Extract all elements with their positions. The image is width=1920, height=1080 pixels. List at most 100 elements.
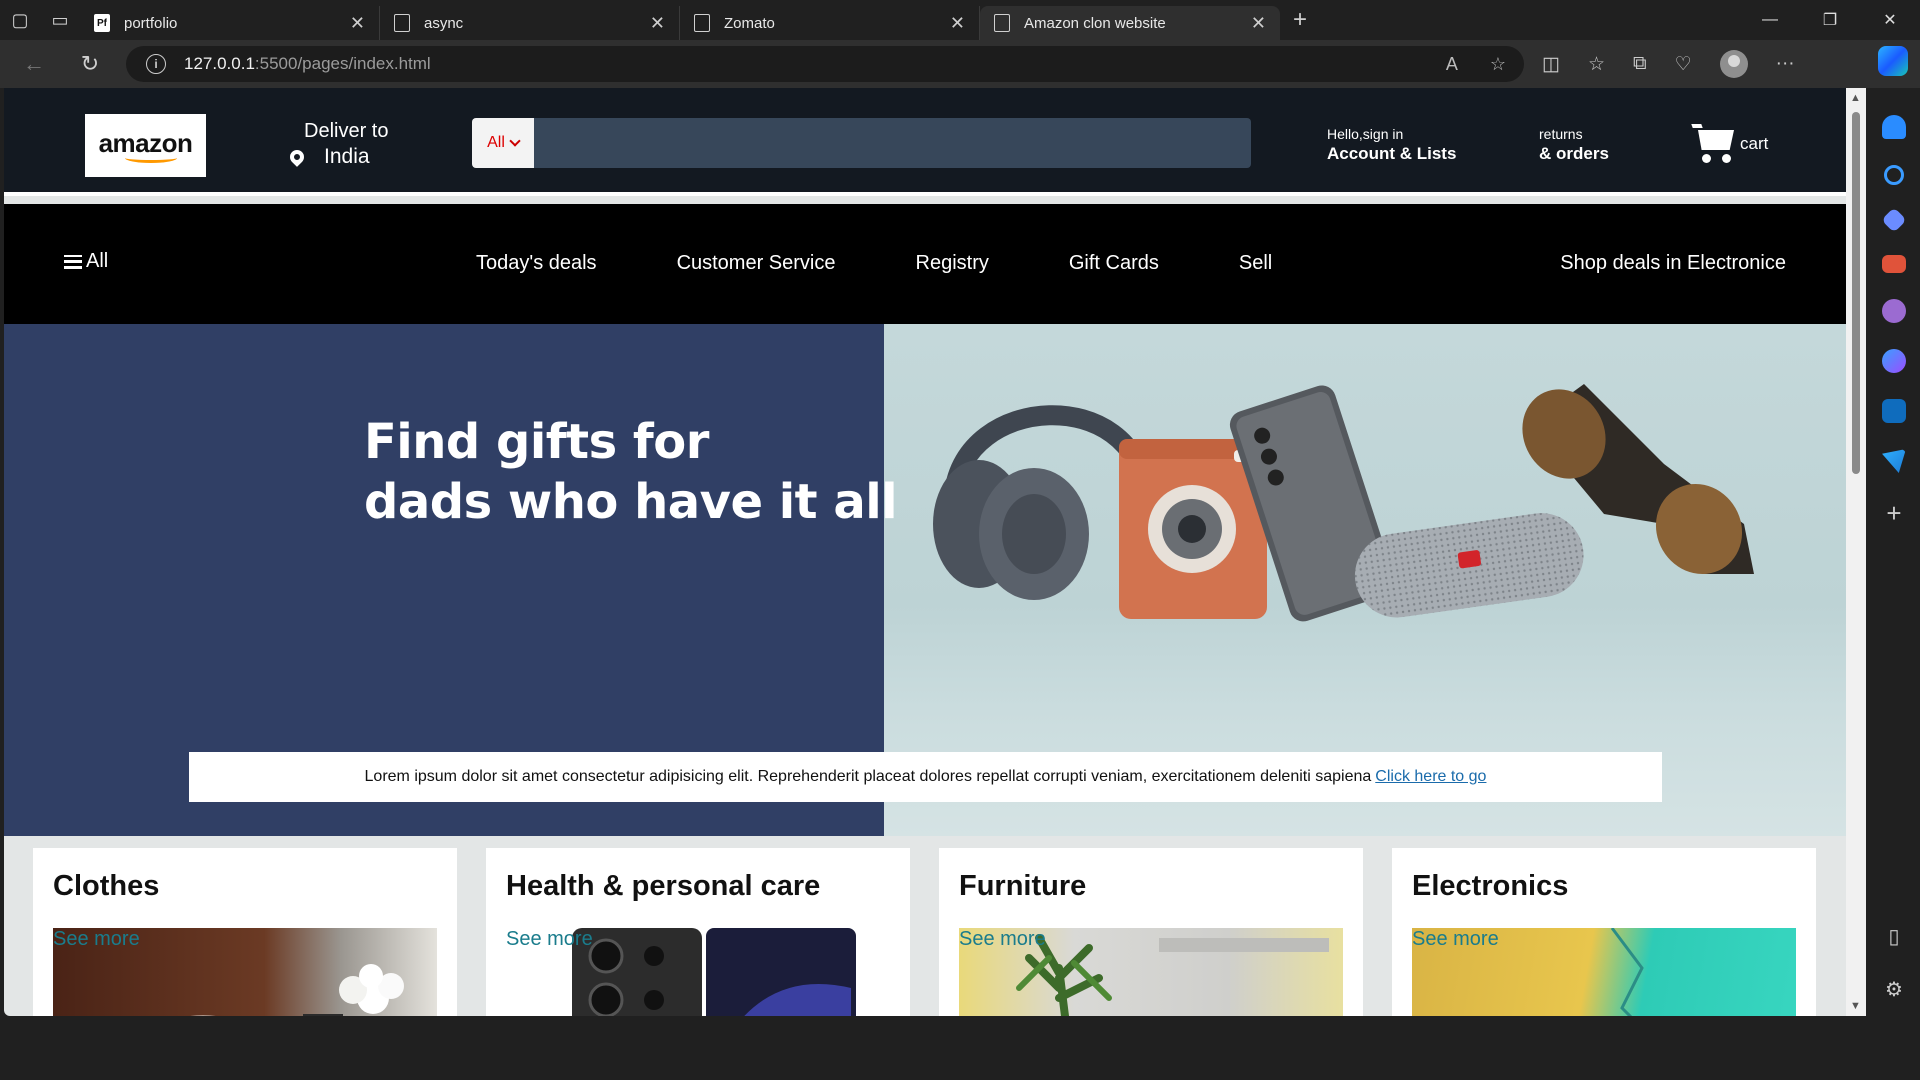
split-screen-icon[interactable]: ◫ bbox=[1542, 53, 1560, 76]
all-label: All bbox=[86, 250, 109, 272]
performance-icon[interactable]: ♡ bbox=[1675, 53, 1692, 76]
url-bar[interactable]: i 127.0.0.1:5500/pages/index.html A ☆ bbox=[126, 46, 1524, 82]
settings-gear-icon[interactable]: ⚙ bbox=[1885, 977, 1903, 1002]
shop-electronics-link[interactable]: Shop deals in Electronice bbox=[1560, 252, 1786, 275]
nav-link-todays-deals[interactable]: Today's deals bbox=[476, 252, 597, 275]
close-icon[interactable]: ✕ bbox=[1251, 13, 1266, 34]
see-more-link[interactable]: See more bbox=[959, 928, 1046, 951]
page-viewport: amazon Deliver to India All Hello,sign i… bbox=[4, 88, 1846, 1016]
restore-icon[interactable]: ❐ bbox=[1800, 0, 1860, 40]
hamburger-icon bbox=[64, 254, 82, 269]
profile-avatar[interactable] bbox=[1719, 50, 1748, 78]
returns-label: returns bbox=[1539, 126, 1583, 142]
new-tab-icon[interactable]: + bbox=[1280, 0, 1320, 40]
hero-headline: Find gifts for dads who have it all bbox=[364, 412, 898, 532]
favorites-icon[interactable]: ☆ bbox=[1588, 53, 1605, 76]
games-icon[interactable] bbox=[1882, 299, 1906, 323]
tools-icon[interactable] bbox=[1882, 255, 1906, 273]
tab-label: portfolio bbox=[124, 14, 178, 32]
amazon-logo[interactable]: amazon bbox=[85, 114, 206, 177]
card-title: Electronics bbox=[1412, 870, 1569, 902]
scroll-down-icon[interactable]: ▼ bbox=[1850, 1000, 1861, 1012]
see-more-link[interactable]: See more bbox=[506, 928, 593, 951]
nav-links: Today's deals Customer Service Registry … bbox=[476, 252, 1272, 275]
close-window-icon[interactable]: ✕ bbox=[1860, 0, 1920, 40]
tab-async[interactable]: async ✕ bbox=[380, 6, 680, 40]
nav-link-registry[interactable]: Registry bbox=[916, 252, 989, 275]
see-more-link[interactable]: See more bbox=[1412, 928, 1499, 951]
close-icon[interactable]: ✕ bbox=[650, 13, 665, 34]
cart-icon bbox=[1691, 124, 1736, 164]
outlook-icon[interactable] bbox=[1882, 399, 1906, 423]
favorite-star-icon[interactable]: ☆ bbox=[1490, 54, 1506, 75]
tag-icon[interactable] bbox=[1881, 207, 1907, 233]
add-icon[interactable]: + bbox=[1886, 498, 1901, 529]
back-icon[interactable]: ← bbox=[10, 40, 58, 88]
page-scrollbar[interactable]: ▲ ▼ bbox=[1846, 88, 1866, 1016]
chevron-down-icon bbox=[509, 135, 521, 147]
minimize-icon[interactable]: — bbox=[1740, 0, 1800, 40]
nav-link-gift-cards[interactable]: Gift Cards bbox=[1069, 252, 1159, 275]
hero-headline-line2: dads who have it all bbox=[364, 474, 898, 530]
send-icon[interactable] bbox=[1882, 449, 1906, 473]
window-controls: — ❐ ✕ bbox=[1740, 0, 1920, 40]
refresh-icon[interactable]: ↻ bbox=[66, 40, 114, 88]
cart-label: cart bbox=[1740, 134, 1769, 153]
card-health-personal-care[interactable]: Health & personal care See more bbox=[486, 848, 910, 1016]
card-title: Clothes bbox=[53, 870, 160, 902]
page-icon bbox=[694, 14, 710, 32]
scrollbar-thumb[interactable] bbox=[1852, 112, 1860, 474]
tab-amazon-clone[interactable]: Amazon clon website ✕ bbox=[980, 6, 1280, 40]
returns-orders[interactable]: returns & orders bbox=[1539, 126, 1609, 164]
card-furniture[interactable]: Furniture See more bbox=[939, 848, 1363, 1016]
url-path: :5500/pages/index.html bbox=[254, 54, 431, 73]
account-label: Account & Lists bbox=[1327, 144, 1457, 163]
tab-portfolio[interactable]: Pf portfolio ✕ bbox=[80, 6, 380, 40]
category-cards: Clothes See more Health & personal care bbox=[4, 836, 1846, 1016]
all-menu-button[interactable]: All bbox=[64, 250, 108, 273]
cart-button[interactable]: cart bbox=[1691, 124, 1769, 164]
see-more-link[interactable]: See more bbox=[53, 928, 140, 951]
card-clothes[interactable]: Clothes See more bbox=[33, 848, 457, 1016]
close-icon[interactable]: ✕ bbox=[350, 13, 365, 34]
card-electronics[interactable]: Electronics See more bbox=[1392, 848, 1816, 1016]
site-info-icon[interactable]: i bbox=[146, 54, 166, 74]
nav-link-sell[interactable]: Sell bbox=[1239, 252, 1272, 275]
address-toolbar: ← ↻ i 127.0.0.1:5500/pages/index.html A … bbox=[0, 40, 1920, 88]
read-aloud-icon[interactable]: A bbox=[1446, 54, 1458, 75]
notice-link[interactable]: Click here to go bbox=[1375, 768, 1486, 786]
nav-link-customer-service[interactable]: Customer Service bbox=[677, 252, 836, 275]
sidebar-toggle-icon[interactable]: ▯ bbox=[1888, 924, 1899, 949]
search-input[interactable] bbox=[534, 118, 1251, 168]
deliver-to[interactable]: Deliver to India bbox=[287, 120, 389, 169]
close-icon[interactable]: ✕ bbox=[950, 13, 965, 34]
tab-actions-icon[interactable]: ▭ bbox=[40, 0, 80, 40]
more-menu-icon[interactable]: ··· bbox=[1776, 53, 1795, 75]
scroll-up-icon[interactable]: ▲ bbox=[1850, 92, 1861, 104]
bell-icon[interactable] bbox=[1882, 115, 1906, 139]
tab-zomato[interactable]: Zomato ✕ bbox=[680, 6, 980, 40]
search-icon[interactable] bbox=[1884, 165, 1904, 185]
notice-banner: Lorem ipsum dolor sit amet consectetur a… bbox=[189, 752, 1662, 802]
page-icon bbox=[994, 14, 1010, 32]
account-lists[interactable]: Hello,sign in Account & Lists bbox=[1327, 126, 1456, 164]
url-host: 127.0.0.1 bbox=[184, 54, 255, 73]
card-title: Furniture bbox=[959, 870, 1087, 902]
tab-label: async bbox=[424, 14, 464, 32]
logo-smile-icon bbox=[124, 153, 177, 163]
browser-tab-bar: ▢ ▭ Pf portfolio ✕ async ✕ Zomato ✕ Amaz… bbox=[0, 0, 1920, 40]
search-category-select[interactable]: All bbox=[472, 118, 534, 168]
tab-label: Zomato bbox=[724, 14, 775, 32]
card-title: Health & personal care bbox=[506, 870, 821, 902]
collections-icon[interactable]: ⧉ bbox=[1633, 53, 1647, 75]
orders-label: & orders bbox=[1539, 144, 1609, 163]
copilot-icon[interactable] bbox=[1878, 46, 1908, 76]
edge-sidebar: + ▯ ⚙ bbox=[1868, 88, 1920, 1016]
copilot-app-icon[interactable] bbox=[1882, 349, 1906, 373]
category-label: All bbox=[487, 134, 505, 151]
secondary-nav: All Today's deals Customer Service Regis… bbox=[4, 204, 1846, 324]
hero-headline-line1: Find gifts for bbox=[364, 414, 709, 470]
tab-label: Amazon clon website bbox=[1024, 14, 1166, 32]
workspaces-icon[interactable]: ▢ bbox=[0, 0, 40, 40]
deliver-label: Deliver to bbox=[304, 120, 389, 142]
